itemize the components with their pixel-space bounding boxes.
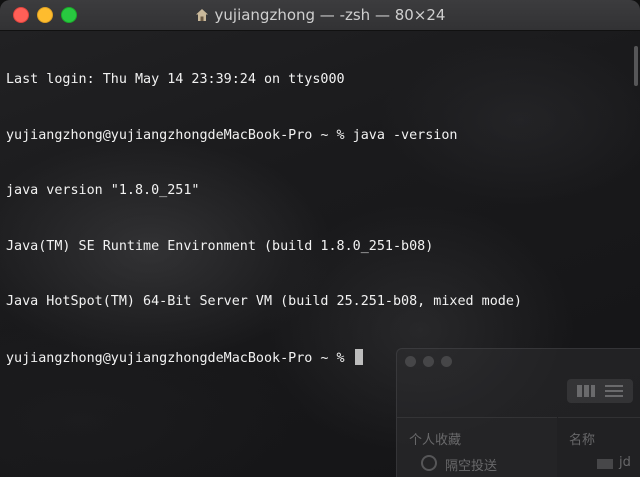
terminal-line: yujiangzhong@yujiangzhongdeMacBook-Pro ~… <box>6 127 458 143</box>
terminal-prompt-line[interactable]: yujiangzhong@yujiangzhongdeMacBook-Pro ~… <box>6 348 626 368</box>
prompt-text: yujiangzhong@yujiangzhongdeMacBook-Pro ~… <box>6 350 353 366</box>
text-cursor <box>354 348 363 365</box>
scrollbar[interactable] <box>634 46 638 86</box>
close-button[interactable] <box>13 7 29 23</box>
home-icon <box>195 8 209 22</box>
terminal-output[interactable]: Last login: Thu May 14 23:39:24 on ttys0… <box>0 31 632 477</box>
terminal-line: java version "1.8.0_251" <box>6 183 200 198</box>
terminal-window: yujiangzhong — -zsh — 80×24 个人收藏 隔空投送 名称… <box>0 0 640 477</box>
window-title-group: yujiangzhong — -zsh — 80×24 <box>195 6 446 24</box>
minimize-button[interactable] <box>37 7 53 23</box>
window-title: yujiangzhong — -zsh — 80×24 <box>214 6 446 24</box>
maximize-button[interactable] <box>61 7 77 23</box>
terminal-line: Java HotSpot(TM) 64-Bit Server VM (build… <box>6 294 522 309</box>
title-bar[interactable]: yujiangzhong — -zsh — 80×24 <box>0 0 640 31</box>
terminal-line: Java(TM) SE Runtime Environment (build 1… <box>6 238 434 254</box>
terminal-line: Last login: Thu May 14 23:39:24 on ttys0… <box>6 72 345 87</box>
